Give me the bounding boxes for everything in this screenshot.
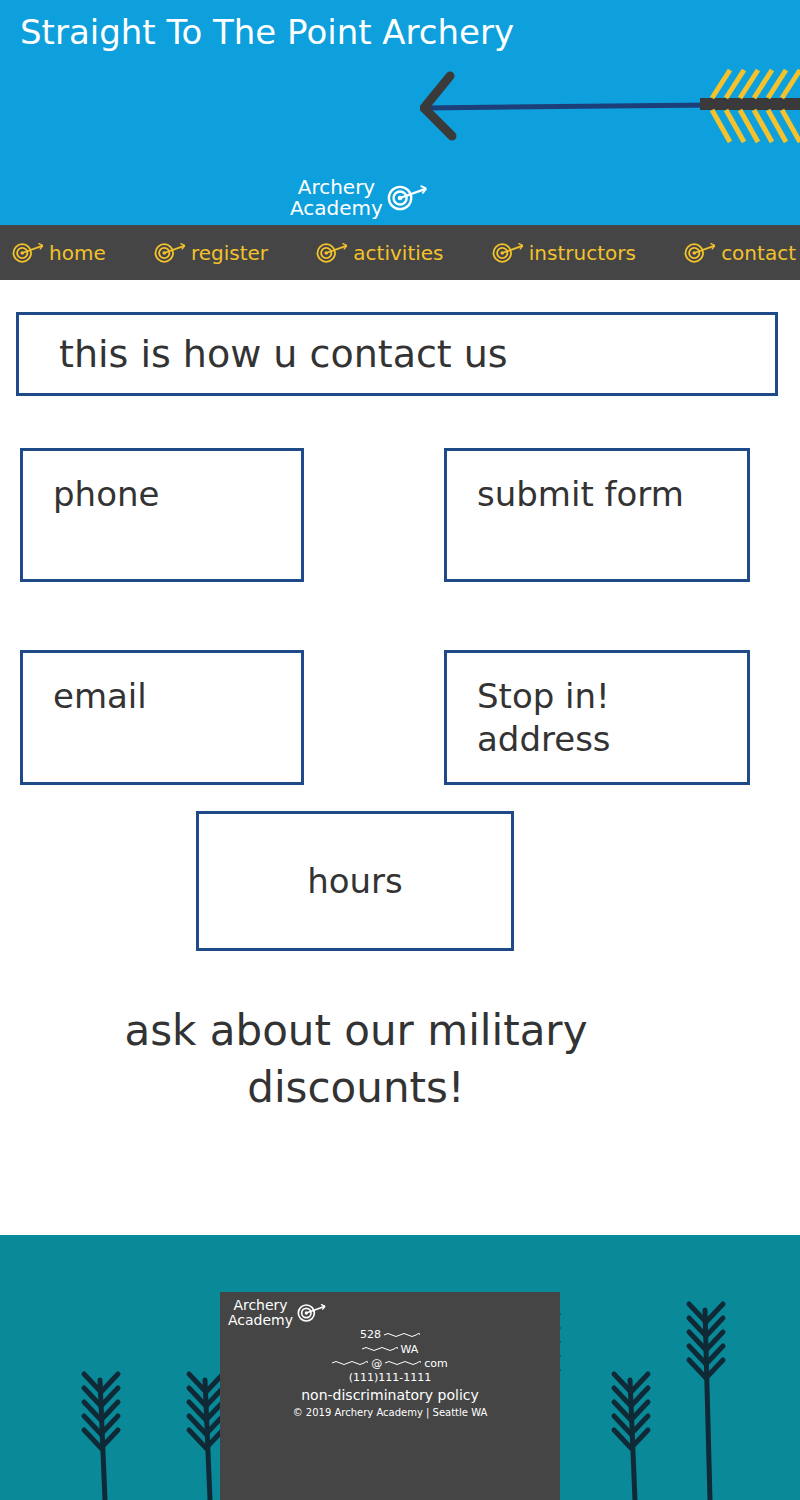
- target-icon: [492, 242, 525, 264]
- nav-item[interactable]: contact: [684, 241, 796, 265]
- header: Straight To The Point Archery ArcheryAcad…: [0, 0, 800, 225]
- site-title: Straight To The Point Archery: [20, 12, 780, 52]
- contact-grid: phone submit form email Stop in!address: [16, 448, 778, 785]
- footer-contact-row: (111)111-1111: [349, 1371, 432, 1384]
- logo-text: Archery: [233, 1298, 287, 1313]
- contact-card[interactable]: submit form: [444, 448, 750, 582]
- target-icon: [297, 1303, 327, 1323]
- target-icon: [387, 184, 429, 212]
- footer-contact-row: WA: [362, 1343, 419, 1356]
- page: Straight To The Point ArcheryArcheryAcad…: [0, 0, 800, 1500]
- logo-text: Archery: [298, 177, 376, 198]
- hours-card: hours: [196, 811, 514, 951]
- target-icon: [154, 242, 187, 264]
- scribble-line: [332, 1360, 368, 1366]
- nav-item[interactable]: home: [12, 241, 106, 265]
- content: this is how u contact us phone submit form…: [0, 280, 800, 1235]
- logo-text: Academy: [290, 198, 383, 219]
- contact-card[interactable]: email: [20, 650, 304, 785]
- scribble-line: [385, 1360, 421, 1366]
- copyright: © 2019 Archery Academy | Seattle WA: [293, 1407, 488, 1418]
- nav-item[interactable]: activities: [316, 241, 443, 265]
- footer-card: ArcheryAcademy 528 WA@com(111)111-1111 non-…: [220, 1292, 560, 1500]
- logo-text: Academy: [228, 1313, 293, 1328]
- scribble-line: [362, 1346, 398, 1352]
- military-discount-promo: ask about our military discounts!: [56, 1003, 656, 1116]
- footer-contact-row: @com: [332, 1357, 448, 1370]
- footer-contact-row: 528: [360, 1328, 420, 1341]
- target-icon: [12, 242, 45, 264]
- nav-bar: home register activities instructors contact: [0, 225, 800, 280]
- contact-card[interactable]: Stop in!address: [444, 650, 750, 785]
- nav-item[interactable]: register: [154, 241, 268, 265]
- nav-item[interactable]: instructors: [492, 241, 636, 265]
- target-icon: [316, 242, 349, 264]
- footer-logo[interactable]: ArcheryAcademy: [228, 1298, 327, 1327]
- intro-box: this is how u contact us: [16, 312, 778, 396]
- arrow-icon: [420, 62, 800, 154]
- footer: ArcheryAcademy 528 WA@com(111)111-1111 non-…: [0, 1235, 800, 1500]
- policy-link[interactable]: non-discriminatory policy: [301, 1387, 479, 1403]
- target-icon: [684, 242, 717, 264]
- scribble-line: [384, 1332, 420, 1338]
- contact-card[interactable]: phone: [20, 448, 304, 582]
- academy-logo[interactable]: ArcheryAcademy: [290, 177, 429, 219]
- hours-row: hours: [16, 811, 778, 951]
